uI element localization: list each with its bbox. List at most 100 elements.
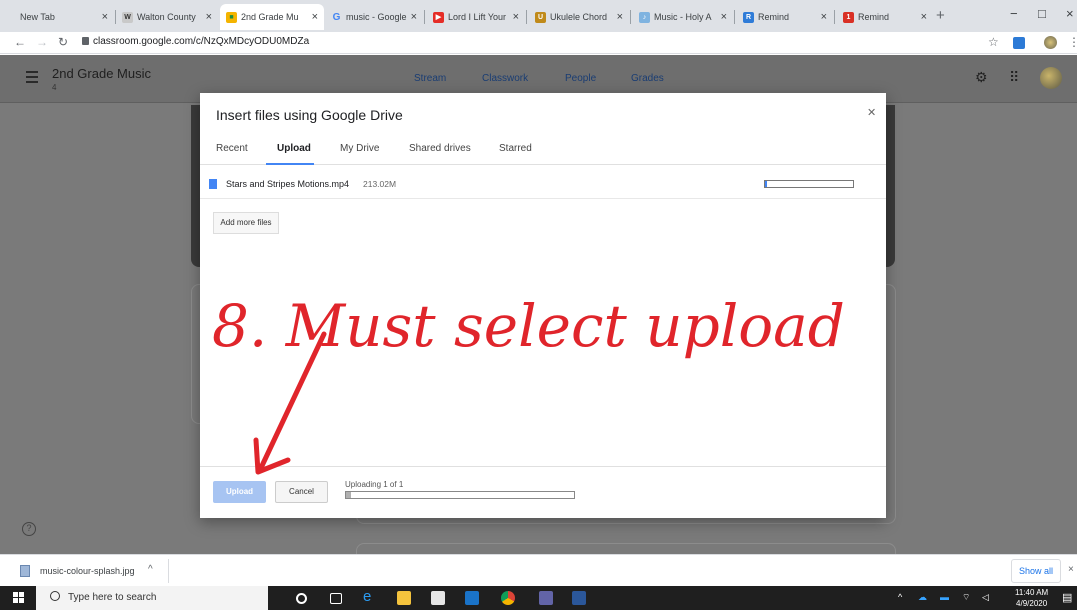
tray-chevron-up-icon[interactable]: ^ xyxy=(898,592,902,602)
account-avatar[interactable] xyxy=(1040,67,1062,89)
browser-tab[interactable]: ♪ Music - Holy A × xyxy=(633,4,733,30)
downloads-bar: music-colour-splash.jpg ^ Show all × xyxy=(0,554,1077,586)
browser-tab[interactable]: ▶ Lord I Lift Your × xyxy=(427,4,525,30)
browser-tab[interactable]: U Ukulele Chord × xyxy=(529,4,629,30)
add-more-files-button[interactable]: Add more files xyxy=(213,212,279,234)
tab-my-drive[interactable]: My Drive xyxy=(340,143,379,154)
maximize-icon[interactable]: □ xyxy=(1038,6,1046,21)
store-icon[interactable] xyxy=(431,591,445,605)
address-bar[interactable]: classroom.google.com/c/NzQxMDcyODU0MDZa xyxy=(93,36,309,47)
browser-tab[interactable]: R Remind × xyxy=(737,4,833,30)
tab-shared-drives[interactable]: Shared drives xyxy=(409,143,471,154)
mail-icon[interactable] xyxy=(465,591,479,605)
browser-tab[interactable]: 1 Remind × xyxy=(837,4,933,30)
new-tab-plus-icon[interactable]: + xyxy=(936,7,945,24)
tab-recent[interactable]: Recent xyxy=(216,143,248,154)
close-icon[interactable]: × xyxy=(102,11,108,23)
tab-title: Lord I Lift Your xyxy=(448,12,507,22)
extension-icon[interactable] xyxy=(1013,37,1025,49)
active-tab-indicator xyxy=(266,163,314,165)
tab-starred[interactable]: Starred xyxy=(499,143,532,154)
profile-avatar-icon[interactable] xyxy=(1044,36,1057,49)
close-icon[interactable]: × xyxy=(206,11,212,23)
notifications-icon[interactable]: ▤ xyxy=(1062,591,1072,604)
teams-icon[interactable] xyxy=(539,591,553,605)
cortana-icon[interactable] xyxy=(296,593,307,604)
tab-title: Remind xyxy=(858,12,890,22)
bookmark-star-icon[interactable]: ☆ xyxy=(988,35,999,49)
apps-grid-icon[interactable]: ⠿ xyxy=(1009,69,1019,86)
nav-classwork[interactable]: Classwork xyxy=(482,73,528,84)
tab-title: 2nd Grade Mu xyxy=(241,12,299,22)
close-icon[interactable]: × xyxy=(312,11,318,23)
cancel-button[interactable]: Cancel xyxy=(275,481,328,503)
clock-time: 11:40 AM xyxy=(1015,588,1049,597)
close-icon[interactable]: × xyxy=(617,11,623,23)
window-close-icon[interactable]: × xyxy=(1066,6,1074,21)
browser-tab-active[interactable]: ■ 2nd Grade Mu × xyxy=(220,4,324,30)
help-icon[interactable]: ? xyxy=(22,522,36,536)
browser-tab[interactable]: W Walton County × xyxy=(116,4,218,30)
windows-start-icon[interactable] xyxy=(13,592,25,604)
onedrive-icon[interactable]: ☁ xyxy=(918,592,927,603)
chevron-up-icon[interactable]: ^ xyxy=(148,564,153,575)
forward-arrow-icon[interactable]: → xyxy=(36,35,48,49)
upload-button[interactable]: Upload xyxy=(213,481,266,503)
chrome-icon[interactable] xyxy=(501,591,515,605)
reload-icon[interactable]: ↻ xyxy=(58,35,68,49)
close-icon[interactable]: × xyxy=(821,11,827,23)
music-favicon-icon: ♪ xyxy=(639,11,650,23)
browser-tab[interactable]: New Tab × xyxy=(14,4,114,30)
close-icon[interactable]: × xyxy=(721,11,727,23)
class-section: 4 xyxy=(52,83,57,92)
close-icon[interactable]: × xyxy=(411,11,417,23)
battery-icon[interactable]: ▬ xyxy=(940,592,949,602)
close-icon[interactable]: ✕ xyxy=(867,106,876,119)
more-vertical-icon[interactable]: ⋮ xyxy=(1068,35,1077,49)
minimize-icon[interactable]: − xyxy=(1010,6,1018,21)
volume-icon[interactable]: ◁ xyxy=(982,592,989,603)
settings-gear-icon[interactable]: ⚙ xyxy=(975,69,988,86)
classroom-favicon-icon: ■ xyxy=(226,11,237,23)
task-view-icon[interactable] xyxy=(330,593,342,604)
browser-tab[interactable]: G music - Google × xyxy=(325,4,423,30)
word-icon[interactable] xyxy=(572,591,586,605)
upload-status: Uploading 1 of 1 xyxy=(345,480,404,489)
clock-date: 4/9/2020 xyxy=(1016,599,1048,608)
taskbar-search[interactable]: Type here to search xyxy=(36,586,268,610)
tab-title: Remind xyxy=(758,12,790,22)
hamburger-menu-icon[interactable] xyxy=(26,71,38,86)
close-icon[interactable]: × xyxy=(1068,564,1074,575)
tab-title: Music - Holy A xyxy=(654,12,712,22)
remind-badge-favicon-icon: 1 xyxy=(843,11,854,23)
ukulele-favicon-icon: U xyxy=(535,11,546,23)
wifi-icon[interactable]: ⌔ xyxy=(962,592,970,603)
tab-upload[interactable]: Upload xyxy=(277,143,311,154)
edge-icon[interactable]: e xyxy=(363,588,377,605)
nav-stream[interactable]: Stream xyxy=(414,73,446,84)
nav-grades[interactable]: Grades xyxy=(631,73,664,84)
show-all-button[interactable]: Show all xyxy=(1011,559,1061,583)
tab-title: music - Google xyxy=(346,12,407,22)
tab-title: New Tab xyxy=(20,12,55,22)
walton-favicon-icon: W xyxy=(122,11,133,23)
upload-file-row: Stars and Stripes Motions.mp4 213.02M xyxy=(200,169,886,199)
back-arrow-icon[interactable]: ← xyxy=(14,35,26,49)
nav-people[interactable]: People xyxy=(565,73,596,84)
progress-fill xyxy=(765,181,767,187)
search-icon xyxy=(50,591,60,601)
class-title[interactable]: 2nd Grade Music xyxy=(52,66,151,81)
windows-taskbar: Type here to search e ^ ☁ ▬ ⌔ ◁ 11:40 AM… xyxy=(0,586,1077,610)
insert-files-dialog: Insert files using Google Drive ✕ Recent… xyxy=(200,93,886,518)
taskbar-clock[interactable]: 11:40 AM 4/9/2020 xyxy=(1015,587,1048,609)
download-file-name[interactable]: music-colour-splash.jpg xyxy=(40,566,135,576)
file-name: Stars and Stripes Motions.mp4 xyxy=(226,179,350,189)
remind-favicon-icon: R xyxy=(743,11,754,23)
file-progress-bar xyxy=(764,180,854,188)
file-explorer-icon[interactable] xyxy=(397,591,411,605)
close-icon[interactable]: × xyxy=(513,11,519,23)
file-size: 213.02M xyxy=(363,179,397,189)
google-favicon-icon: G xyxy=(332,11,341,23)
close-icon[interactable]: × xyxy=(921,11,927,23)
tab-title: Ukulele Chord xyxy=(550,12,608,22)
